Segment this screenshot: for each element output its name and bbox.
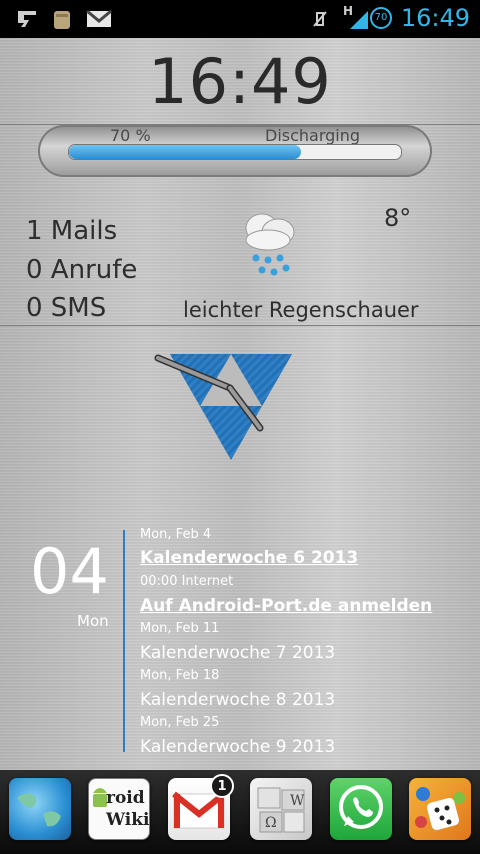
gmail-notification-icon xyxy=(86,9,112,27)
event-title[interactable]: Kalenderwoche 8 2013 xyxy=(140,690,335,710)
clock-time: 16:49 xyxy=(148,45,332,118)
battery-progress-bar xyxy=(68,144,402,160)
event-title[interactable]: Auf Android-Port.de anmelden xyxy=(140,596,432,616)
event-title[interactable]: Kalenderwoche 9 2013 xyxy=(140,737,335,757)
calendar-weekday: Mon xyxy=(77,612,109,630)
whatsapp-app-icon[interactable] xyxy=(330,778,392,840)
droidwiki-label: Wiki xyxy=(106,810,150,830)
event-date: Mon, Feb 11 xyxy=(140,621,220,636)
droidwiki-app-icon[interactable]: roid Wiki xyxy=(88,778,150,840)
event-title[interactable]: Kalenderwoche 6 2013 xyxy=(140,548,358,568)
sms-count[interactable]: 0 SMS xyxy=(26,293,106,323)
event-date: Mon, Feb 25 xyxy=(140,715,220,730)
app-notification-icon xyxy=(18,11,36,27)
svg-text:W: W xyxy=(290,793,305,809)
signal-icon xyxy=(350,11,368,29)
event-date: Mon, Feb 4 xyxy=(140,527,212,542)
maps-app-icon[interactable] xyxy=(9,778,71,840)
whatsapp-icon xyxy=(339,785,383,829)
game-app-icon[interactable] xyxy=(409,778,471,840)
globe-icon xyxy=(17,793,61,827)
cloud-rain-icon xyxy=(245,213,295,276)
event-title[interactable]: Kalenderwoche 7 2013 xyxy=(140,643,335,663)
battery-percent: 70 % xyxy=(110,126,151,145)
battery-progress-fill xyxy=(69,145,302,159)
battery-icon: 70 xyxy=(370,7,392,29)
sd-card-icon xyxy=(54,11,70,29)
battery-state: Discharging xyxy=(265,126,361,145)
weather-temperature: 8° xyxy=(384,204,412,232)
calendar-divider xyxy=(123,530,125,752)
call-count[interactable]: 0 Anrufe xyxy=(26,255,137,285)
app-dock xyxy=(0,770,480,854)
status-time: 16:49 xyxy=(400,4,470,32)
game-dice-icon xyxy=(415,787,465,831)
event-date: Mon, Feb 18 xyxy=(140,668,220,683)
svg-text:Ω: Ω xyxy=(265,815,277,831)
mail-count[interactable]: 1 Mails xyxy=(26,216,117,246)
calendar-widget[interactable] xyxy=(0,482,480,770)
wikipedia-app-icon[interactable]: W Ω xyxy=(250,778,312,840)
calendar-day-number: 04 xyxy=(30,535,109,608)
triforce-logo-icon[interactable] xyxy=(152,350,298,464)
event-time: 00:00 Internet xyxy=(140,574,234,589)
status-bar: H 70 16:49 xyxy=(0,0,480,38)
gmail-unread-badge: 1 xyxy=(210,774,234,798)
wikipedia-icon: W Ω xyxy=(257,787,305,833)
droidwiki-label: roid xyxy=(106,788,145,808)
vibrate-mute-icon xyxy=(313,11,327,27)
weather-description: leichter Regenschauer xyxy=(183,298,419,322)
